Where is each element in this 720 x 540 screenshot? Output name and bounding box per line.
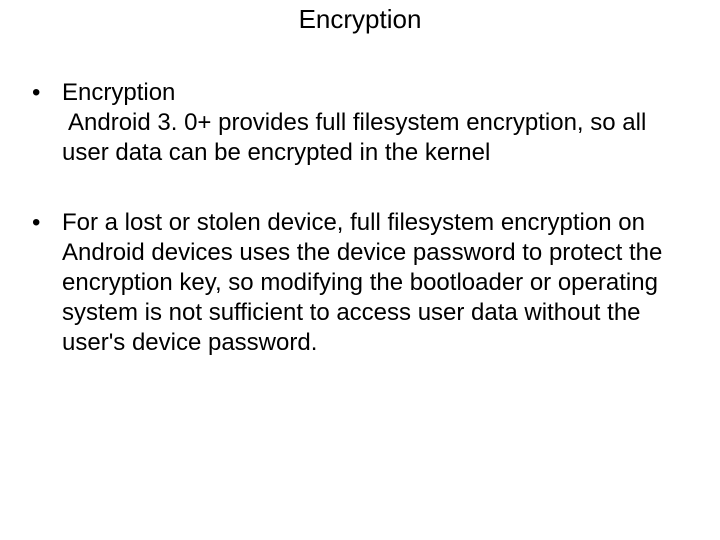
bullet-row: • For a lost or stolen device, full file… bbox=[28, 208, 670, 358]
bullet-head-text: Encryption bbox=[62, 78, 670, 108]
bullet-marker: • bbox=[28, 208, 62, 238]
bullet-head-text: For a lost or stolen device, full filesy… bbox=[62, 208, 670, 358]
bullet-sub-text: Android 3. 0+ provides full filesystem e… bbox=[28, 108, 670, 168]
slide-body: • Encryption Android 3. 0+ provides full… bbox=[28, 78, 670, 398]
slide-title: Encryption bbox=[0, 4, 720, 35]
bullet-row: • Encryption bbox=[28, 78, 670, 108]
bullet-marker: • bbox=[28, 78, 62, 108]
slide: Encryption • Encryption Android 3. 0+ pr… bbox=[0, 0, 720, 540]
bullet-item: • Encryption Android 3. 0+ provides full… bbox=[28, 78, 670, 168]
bullet-item: • For a lost or stolen device, full file… bbox=[28, 208, 670, 358]
